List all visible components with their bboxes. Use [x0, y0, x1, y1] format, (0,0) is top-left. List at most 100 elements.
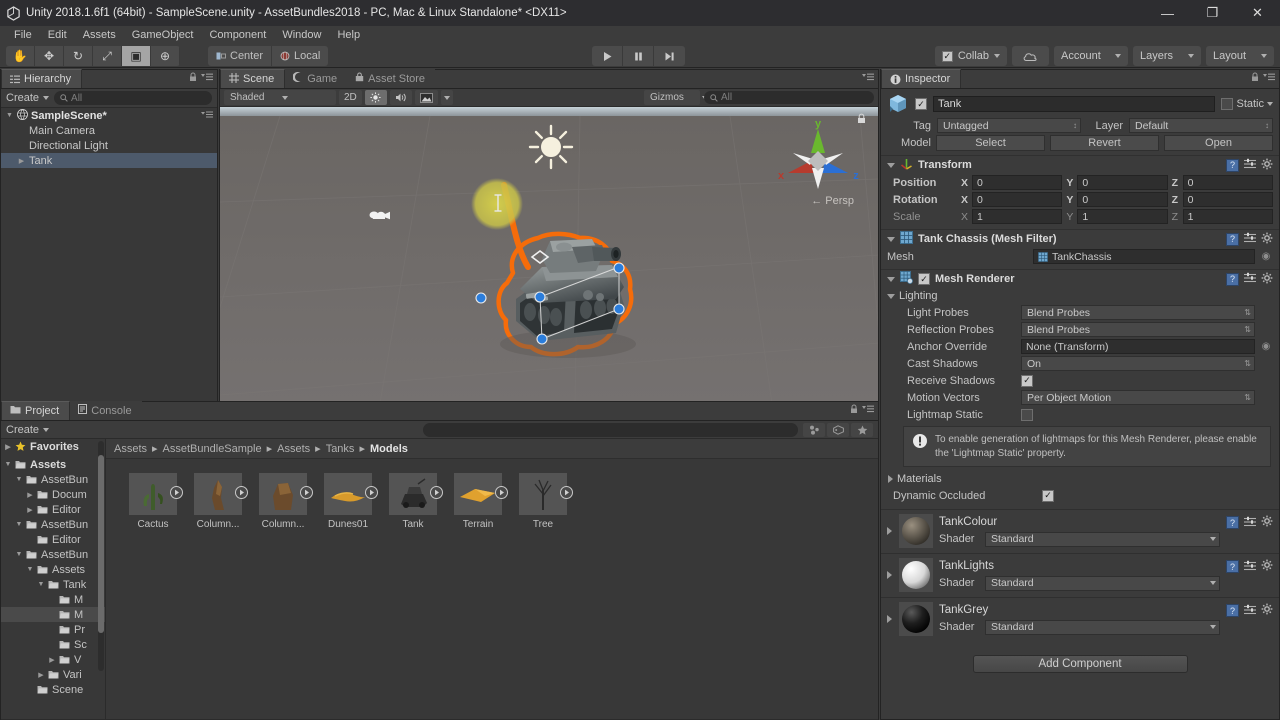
menu-item-edit[interactable]: Edit: [40, 26, 75, 44]
tag-dropdown[interactable]: Untagged ↕: [937, 118, 1081, 133]
folder-row[interactable]: ▶ Editor: [1, 502, 105, 517]
toggle-2d-button[interactable]: 2D: [339, 90, 362, 105]
layer-dropdown[interactable]: Default ↕: [1129, 118, 1273, 133]
asset-preview-badge-icon[interactable]: [430, 486, 443, 499]
hierarchy-tree[interactable]: ▼ SampleScene* Main Camera Directional Ligh…: [1, 108, 217, 401]
folder-row[interactable]: ▶ Vari: [1, 667, 105, 682]
folder-row[interactable]: ▼ Assets: [1, 562, 105, 577]
collab-button[interactable]: ✓ Collab: [934, 46, 1007, 66]
dynamic-occluded-checkbox[interactable]: ✓: [1042, 489, 1054, 502]
project-create-button[interactable]: Create: [6, 424, 50, 436]
asset-thumbnail[interactable]: [259, 473, 313, 515]
object-picker-icon[interactable]: ◉: [1259, 341, 1273, 352]
minimize-button[interactable]: —: [1145, 0, 1190, 26]
gear-icon[interactable]: [1261, 559, 1273, 574]
asset-thumbnail[interactable]: [519, 473, 573, 515]
transform-rotation-z-input[interactable]: 0: [1182, 192, 1273, 207]
menu-item-gameobject[interactable]: GameObject: [124, 26, 202, 44]
favorites-row[interactable]: ▶ Favorites: [1, 439, 105, 454]
prop-dropdown[interactable]: Blend Probes ⇅: [1021, 305, 1255, 320]
preset-icon[interactable]: [1244, 516, 1256, 530]
layers-button[interactable]: Layers: [1133, 46, 1201, 66]
preset-icon[interactable]: [1244, 560, 1256, 574]
asset-tile[interactable]: Terrain: [453, 473, 508, 530]
static-checkbox[interactable]: [1221, 98, 1234, 110]
gameobject-name-input[interactable]: Tank: [933, 96, 1216, 112]
project-search-input[interactable]: [422, 422, 798, 437]
tab-console[interactable]: Console: [70, 401, 142, 420]
asset-preview-badge-icon[interactable]: [365, 486, 378, 499]
hierarchy-search-input[interactable]: All: [54, 91, 212, 105]
close-button[interactable]: ✕: [1235, 0, 1280, 26]
transform-rotation-x-input[interactable]: 0: [972, 192, 1063, 207]
gizmos-dropdown[interactable]: Gizmos: [644, 90, 708, 105]
shader-dropdown[interactable]: Standard: [985, 575, 1220, 591]
folder-row[interactable]: Pr: [1, 622, 105, 637]
prop-dropdown[interactable]: Blend Probes ⇅: [1021, 322, 1255, 337]
asset-preview-badge-icon[interactable]: [495, 486, 508, 499]
asset-grid[interactable]: Cactus Column... Column... Dunes01 Tank Terra…: [106, 459, 878, 719]
asset-tile[interactable]: Tree: [518, 473, 573, 530]
foldout-arrow-icon[interactable]: [887, 527, 892, 535]
tab-inspector[interactable]: Inspector: [881, 69, 962, 88]
foldout-arrow-icon[interactable]: [887, 615, 892, 623]
panel-menu-icon[interactable]: [201, 110, 213, 122]
move-tool[interactable]: ✥: [35, 46, 64, 66]
tab-project[interactable]: Project: [1, 401, 71, 420]
asset-preview-badge-icon[interactable]: [235, 486, 248, 499]
hierarchy-create-button[interactable]: Create: [6, 92, 50, 104]
tab-hierarchy[interactable]: Hierarchy: [1, 69, 83, 88]
meshrenderer-enabled-checkbox[interactable]: ✓: [918, 273, 930, 285]
foldout-arrow-icon[interactable]: [887, 293, 895, 299]
help-icon[interactable]: ?: [1226, 272, 1239, 286]
mesh-object-field[interactable]: TankChassis: [1033, 249, 1255, 264]
shader-dropdown[interactable]: Standard: [985, 619, 1220, 635]
object-picker-icon[interactable]: ◉: [1259, 251, 1273, 262]
gear-icon[interactable]: [1261, 158, 1273, 173]
lighting-foldout[interactable]: Lighting: [881, 288, 1279, 304]
lock-icon[interactable]: [189, 72, 197, 85]
account-button[interactable]: Account: [1054, 46, 1128, 66]
help-icon[interactable]: ?: [1226, 516, 1239, 529]
asset-tile[interactable]: Dunes01: [323, 473, 378, 530]
pivot-mode-button[interactable]: Center: [208, 46, 273, 66]
tab-game[interactable]: Game: [285, 69, 348, 88]
folder-row[interactable]: ▼ Assets: [1, 457, 105, 472]
panel-menu-icon[interactable]: [862, 405, 874, 417]
menu-item-assets[interactable]: Assets: [75, 26, 124, 44]
prop-dropdown[interactable]: Per Object Motion ⇅: [1021, 390, 1255, 405]
add-component-button[interactable]: Add Component: [972, 655, 1188, 673]
folder-row[interactable]: ▼ Tank: [1, 577, 105, 592]
chevron-down-icon[interactable]: ▼: [36, 581, 46, 588]
folder-row[interactable]: ▶ V: [1, 652, 105, 667]
materials-foldout[interactable]: Materials: [881, 471, 1279, 487]
rotate-tool[interactable]: ↻: [64, 46, 93, 66]
folder-row[interactable]: ▼ AssetBun: [1, 472, 105, 487]
prop-checkbox[interactable]: [1021, 408, 1033, 421]
filter-by-label-button[interactable]: [827, 422, 849, 437]
transform-scale-z-input[interactable]: 1: [1182, 209, 1273, 224]
chevron-down-icon[interactable]: ▼: [3, 461, 13, 468]
perspective-toggle[interactable]: ← Persp: [811, 195, 854, 207]
model-select-button[interactable]: Select: [936, 134, 1045, 151]
hierarchy-item-samplescene[interactable]: ▼ SampleScene*: [1, 108, 217, 123]
breadcrumb-item-assets[interactable]: Assets: [277, 443, 310, 455]
lock-icon[interactable]: [850, 404, 858, 417]
prop-checkbox[interactable]: ✓: [1021, 374, 1033, 387]
model-open-button[interactable]: Open: [1164, 134, 1273, 151]
help-icon[interactable]: ?: [1226, 232, 1239, 246]
breadcrumb-item-assetbundlesample[interactable]: AssetBundleSample: [163, 443, 262, 455]
maximize-button[interactable]: ❐: [1190, 0, 1235, 26]
gear-icon[interactable]: [1261, 603, 1273, 618]
preset-icon[interactable]: [1244, 604, 1256, 618]
foldout-arrow-icon[interactable]: [887, 571, 892, 579]
scrollbar-thumb[interactable]: [98, 455, 104, 633]
toggle-audio-button[interactable]: [389, 90, 412, 105]
asset-preview-badge-icon[interactable]: [170, 486, 183, 499]
pause-button[interactable]: [623, 46, 654, 66]
chevron-right-icon[interactable]: ▶: [47, 656, 57, 664]
transform-position-y-input[interactable]: 0: [1077, 175, 1168, 190]
foldout-arrow-icon[interactable]: [887, 162, 895, 168]
asset-preview-badge-icon[interactable]: [560, 486, 573, 499]
breadcrumb-item-assets[interactable]: Assets: [114, 443, 147, 455]
